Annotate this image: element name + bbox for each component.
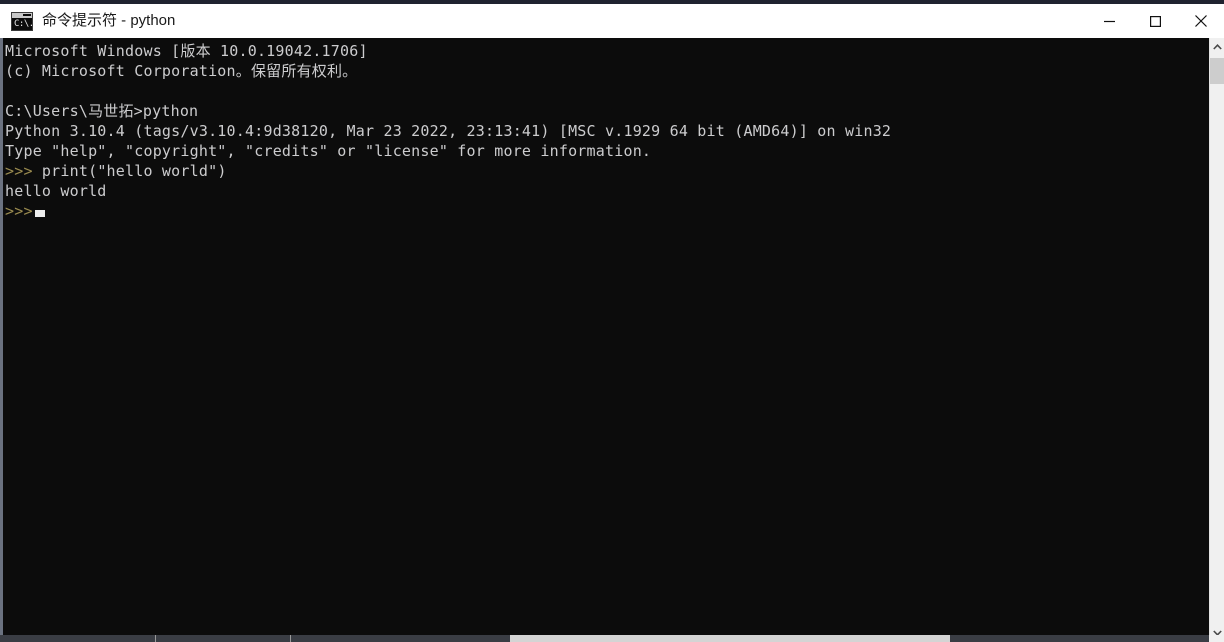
hscroll-tick (290, 635, 291, 642)
hscroll-tick (155, 635, 156, 642)
terminal-line-python-output: hello world (5, 182, 107, 200)
title-bar-left: C:\. 命令提示符 - python (0, 4, 175, 38)
minimize-button[interactable] (1086, 4, 1132, 38)
chevron-up-icon (1213, 44, 1222, 50)
terminal-line: (c) Microsoft Corporation。保留所有权利。 (5, 62, 358, 80)
terminal-line-command: C:\Users\马世拓>python (5, 102, 199, 120)
python-prompt: >>> (5, 162, 33, 180)
terminal-line-active-prompt[interactable]: >>> (5, 201, 1209, 221)
text-cursor (34, 210, 45, 217)
terminal-line: Type "help", "copyright", "credits" or "… (5, 142, 652, 160)
scroll-up-button[interactable] (1210, 38, 1224, 56)
window-title: 命令提示符 - python (42, 12, 176, 29)
cmd-icon: C:\. (11, 11, 33, 31)
terminal-line-python-input: >>> print("hello world") (5, 161, 1209, 181)
console-output-area[interactable]: Microsoft Windows [版本 10.0.19042.1706] (… (0, 38, 1209, 642)
cmd-window: C:\. 命令提示符 - python Microsoft Windows [版… (0, 0, 1224, 642)
horizontal-scrollbar-thumb[interactable] (510, 635, 950, 642)
vertical-scrollbar[interactable] (1209, 38, 1224, 642)
vertical-scrollbar-thumb[interactable] (1210, 58, 1224, 84)
close-icon (1195, 15, 1207, 27)
terminal-line: Python 3.10.4 (tags/v3.10.4:9d38120, Mar… (5, 122, 892, 140)
python-prompt: >>> (5, 202, 33, 220)
close-button[interactable] (1178, 4, 1224, 38)
cmd-icon-text: C:\. (14, 18, 33, 29)
python-input-text: print("hello world") (32, 162, 227, 180)
minimize-icon (1103, 20, 1115, 22)
window-controls (1086, 4, 1224, 38)
scrollbar-corner (1209, 635, 1224, 642)
maximize-icon (1149, 15, 1161, 27)
terminal-line: Microsoft Windows [版本 10.0.19042.1706] (5, 42, 368, 60)
horizontal-scrollbar[interactable] (0, 635, 1209, 642)
console-text-container: Microsoft Windows [版本 10.0.19042.1706] (… (5, 41, 1209, 642)
cmd-icon-titlebar (12, 12, 32, 18)
title-bar[interactable]: C:\. 命令提示符 - python (0, 4, 1224, 38)
maximize-button[interactable] (1132, 4, 1178, 38)
